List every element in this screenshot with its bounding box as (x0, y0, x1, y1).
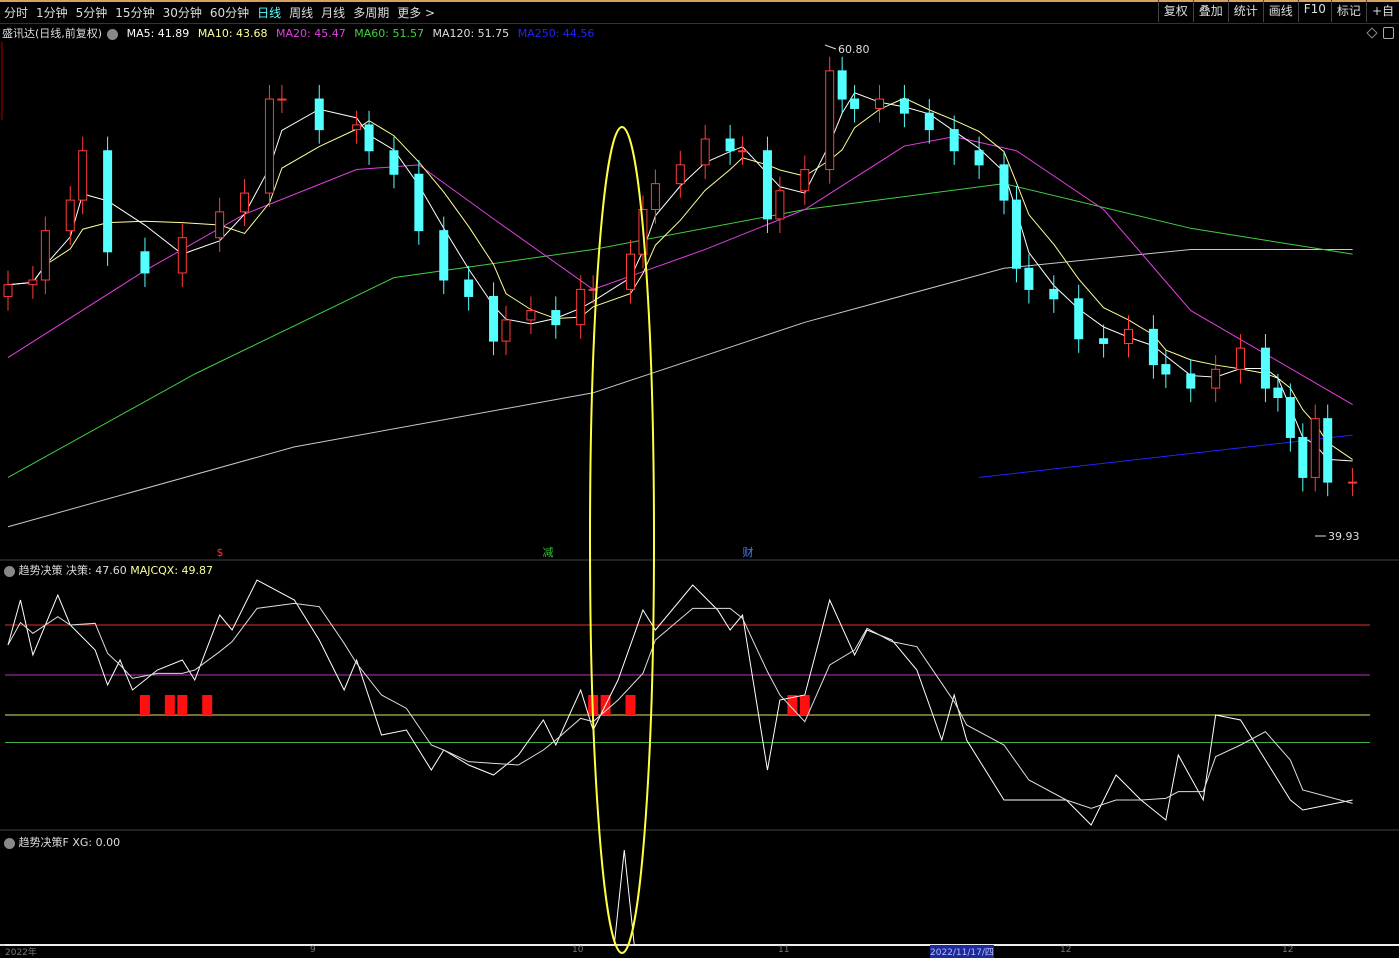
candle-body (924, 112, 934, 131)
candle-body (389, 150, 399, 175)
indicator2-legend: 趋势决策F XG: 0.00 (4, 834, 120, 850)
candle-body (1124, 328, 1133, 344)
candle-body (1273, 387, 1283, 399)
candle-body (850, 98, 860, 109)
indicator1-legend: 趋势决策 决策: 47.60 MAJCQX: 49.87 (4, 562, 213, 578)
candle-body (364, 124, 374, 152)
candle-body (277, 98, 287, 101)
indicator1-name: 趋势决策 (18, 564, 63, 577)
candle-body (1211, 368, 1221, 389)
candle-body (825, 70, 835, 171)
axis-label: 2022年 (5, 948, 37, 958)
candle-body (974, 150, 984, 166)
trend-line (979, 434, 1353, 478)
candle-body (78, 150, 88, 201)
xg-line (5, 849, 1399, 946)
collapse-icon[interactable] (4, 565, 15, 577)
candle-body (875, 98, 884, 109)
decision-value: 决策: 47.60 (66, 564, 127, 577)
axis-cursor-date: 2022/11/17/四 (930, 945, 994, 958)
candle-body (626, 253, 635, 290)
kline-chart[interactable]: 60.80 39.93 $ 减 财 (0, 0, 1399, 955)
candle-body (700, 138, 710, 166)
candle-body (40, 230, 50, 281)
candle-body (1074, 298, 1084, 340)
candle-body (999, 164, 1009, 201)
candle-body (1148, 328, 1158, 366)
candle-body (738, 150, 748, 153)
collapse-icon[interactable] (4, 837, 15, 849)
candle-body (314, 98, 324, 131)
candle-body (1049, 288, 1059, 300)
event-marker: 财 (743, 545, 754, 559)
candle-body (489, 295, 499, 342)
candle-body (264, 98, 274, 194)
candle-body (775, 190, 785, 220)
candle-body (551, 310, 561, 326)
signal-marker (164, 695, 175, 715)
axis-label: 12 (1282, 945, 1294, 955)
low-price-label: 39.93 (1328, 530, 1360, 543)
axis-label: 11 (778, 945, 790, 955)
axis-label: 10 (572, 945, 584, 955)
candle-body (177, 237, 187, 274)
signal-marker (139, 695, 150, 715)
candle-body (1186, 373, 1196, 389)
candle-body (675, 164, 685, 185)
candle-body (725, 138, 735, 152)
candle-body (1260, 347, 1270, 389)
candle-body (65, 199, 75, 232)
candle-body (837, 70, 847, 100)
candle-body (899, 98, 909, 114)
signal-marker (177, 695, 188, 715)
candle-body (1285, 397, 1295, 438)
high-pointer (824, 44, 837, 50)
candle-body (526, 310, 536, 321)
xg-value: XG: 0.00 (72, 836, 121, 849)
candle-body (1024, 267, 1034, 290)
candle-body (576, 288, 586, 326)
signal-marker (625, 695, 636, 715)
ma5-line (7, 92, 1353, 462)
majcqx-value: MAJCQX: 49.87 (130, 564, 214, 577)
candle-body (215, 211, 225, 239)
axis-label: 9 (310, 945, 316, 955)
signal-marker (202, 695, 213, 715)
signal-marker (799, 695, 810, 715)
candle-body (1099, 338, 1109, 344)
candle-body (140, 251, 150, 274)
candle-body (439, 230, 449, 281)
candle-body (949, 129, 959, 152)
candle-body (1011, 199, 1021, 269)
highlight-ellipse (589, 126, 655, 954)
event-marker: 减 (543, 546, 554, 559)
candle-body (1298, 436, 1308, 478)
candle-body (240, 192, 250, 213)
candle-body (28, 279, 38, 286)
indicator2-name: 趋势决策F (18, 836, 69, 849)
ma120-line (7, 248, 1353, 528)
candle-body (1348, 481, 1358, 484)
candle-body (762, 150, 772, 220)
candle-body (1236, 347, 1246, 370)
candle-body (414, 173, 424, 232)
candle-body (103, 150, 113, 253)
candle-body (650, 183, 660, 210)
candle-body (1161, 364, 1171, 375)
candle-body (464, 279, 474, 297)
event-marker: $ (217, 546, 224, 559)
axis-label: 12 (1060, 945, 1072, 955)
candle-body (1310, 418, 1320, 478)
candle-body (352, 124, 362, 131)
candle-body (800, 169, 810, 192)
candle-body (1323, 418, 1333, 483)
high-price-label: 60.80 (838, 43, 870, 56)
candle-body (3, 284, 13, 297)
candle-body (501, 319, 511, 342)
